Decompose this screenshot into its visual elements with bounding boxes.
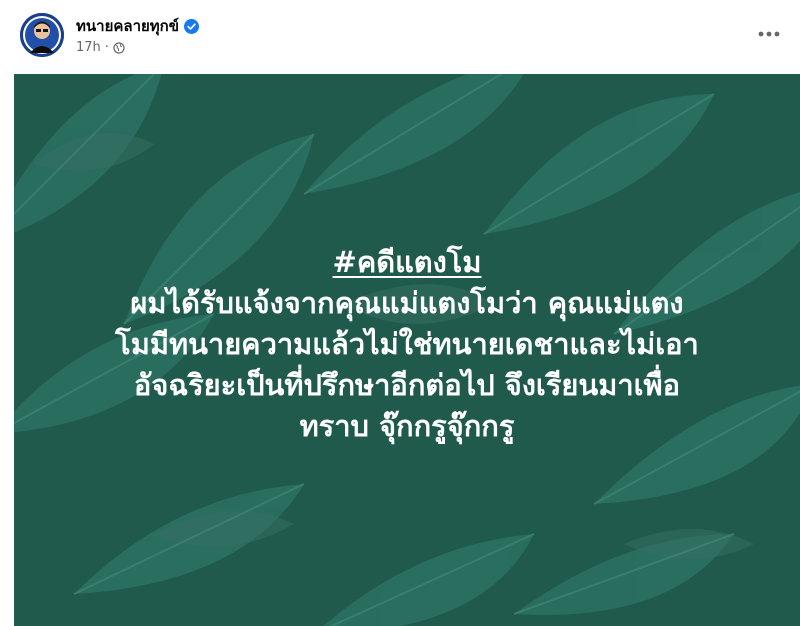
- hashtag-text[interactable]: #คดีแตงโม: [333, 242, 482, 283]
- image-text-line: ผมได้รับแจ้งจากคุณแม่แตงโมว่า คุณแม่แตง: [130, 286, 684, 320]
- image-text-line: โมมีทนายความแล้วไม่ใช่ทนายเดชาและไม่เอา: [115, 327, 699, 361]
- post-header: ทนายคลายทุกข์ 17h ·: [0, 0, 800, 74]
- meta-separator: ·: [104, 40, 109, 55]
- author-name[interactable]: ทนายคลายทุกข์: [76, 14, 179, 38]
- more-options-button[interactable]: [754, 22, 784, 46]
- post-image[interactable]: #คดีแตงโม ผมได้รับแจ้งจากคุณแม่แตงโมว่า …: [14, 74, 800, 626]
- globe-icon[interactable]: [113, 41, 125, 54]
- author-avatar[interactable]: [20, 13, 64, 57]
- author-row: ทนายคลายทุกข์: [76, 14, 200, 38]
- post-time[interactable]: 17h: [76, 40, 101, 55]
- image-text-line: อัจฉริยะเป็นที่ปรึกษาอีกต่อไป จึงเรียนมา…: [133, 368, 681, 402]
- more-horizontal-icon: [758, 31, 780, 37]
- verified-badge-icon: [184, 18, 200, 34]
- image-text: #คดีแตงโม ผมได้รับแจ้งจากคุณแม่แตงโมว่า …: [14, 242, 800, 447]
- post-meta: 17h ·: [76, 40, 125, 55]
- image-text-line: ทราบ จุ๊กกรูจุ๊กกรู: [299, 409, 515, 443]
- facebook-post: ทนายคลายทุกข์ 17h · #คดีแตงโม ผมได้รับแจ…: [0, 0, 800, 626]
- avatar-image: [20, 13, 64, 57]
